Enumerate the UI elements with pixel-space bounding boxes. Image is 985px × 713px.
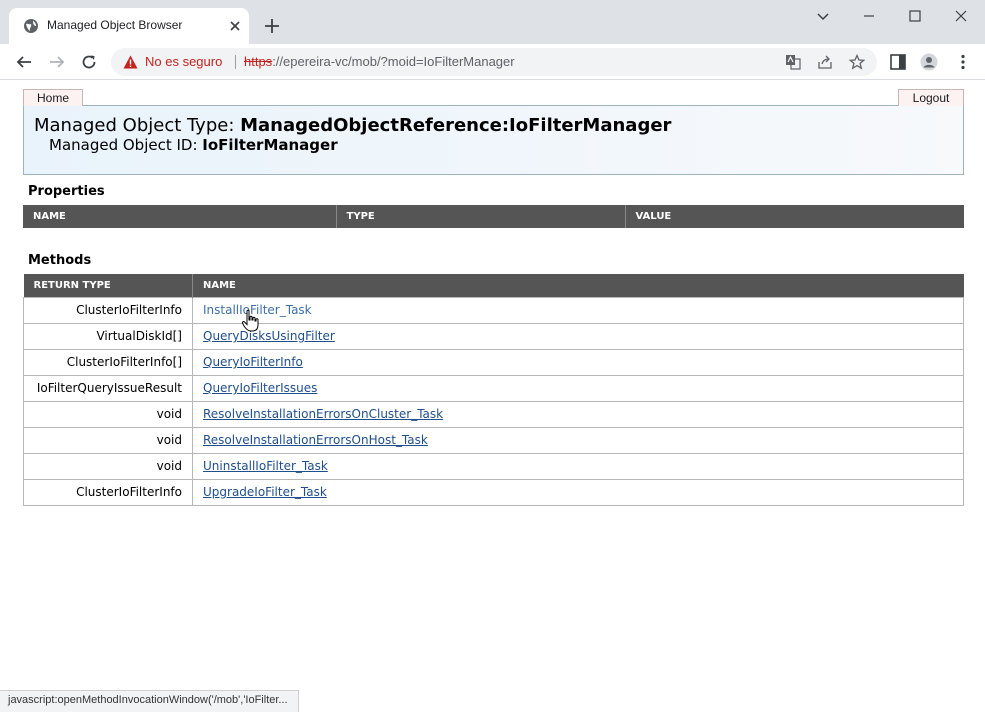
minimize-icon[interactable]: [859, 6, 879, 26]
logout-button[interactable]: Logout: [898, 89, 964, 106]
share-icon[interactable]: [817, 54, 833, 70]
forward-arrow-icon[interactable]: [48, 53, 66, 71]
hand-pointer-cursor-icon: [241, 309, 259, 332]
return-type-cell: VirtualDiskId[]: [23, 322, 193, 350]
return-type-cell: ClusterIoFilterInfo: [23, 478, 193, 506]
table-row: VirtualDiskId[] QueryDisksUsingFilter: [23, 322, 964, 350]
methods-title: Methods: [28, 253, 92, 268]
reload-icon[interactable]: [80, 53, 98, 71]
id-value: IoFilterManager: [202, 136, 338, 154]
table-row: ClusterIoFilterInfo[] QueryIoFilterInfo: [23, 348, 964, 376]
method-name-cell: QueryIoFilterIssues: [192, 374, 964, 402]
method-link[interactable]: UpgradeIoFilter_Task: [203, 485, 327, 499]
back-arrow-icon[interactable]: [15, 53, 33, 71]
method-link[interactable]: ResolveInstallationErrorsOnCluster_Task: [203, 407, 443, 421]
window-close-icon[interactable]: [951, 6, 971, 26]
table-row: void UninstallIoFilter_Task: [23, 452, 964, 480]
method-link[interactable]: QueryIoFilterIssues: [203, 381, 317, 395]
browser-tab[interactable]: Managed Object Browser: [9, 8, 249, 44]
tab-title: Managed Object Browser: [47, 18, 183, 32]
column-header-name: NAME: [23, 205, 337, 228]
column-header-return-type: RETURN TYPE: [23, 274, 193, 297]
security-warning[interactable]: No es seguro: [145, 54, 222, 69]
home-button[interactable]: Home: [23, 89, 83, 106]
status-bar: javascript:openMethodInvocationWindow('/…: [0, 690, 299, 712]
type-prefix: Managed Object Type:: [34, 115, 241, 136]
url-scheme: https: [244, 54, 273, 69]
properties-header-row: NAME TYPE VALUE: [23, 205, 964, 228]
close-icon[interactable]: [227, 18, 243, 34]
new-tab-icon[interactable]: [262, 16, 282, 36]
kebab-menu-icon[interactable]: [954, 53, 972, 71]
method-name-cell: QueryIoFilterInfo: [192, 348, 964, 376]
method-name-cell: ResolveInstallationErrorsOnHost_Task: [192, 426, 964, 454]
maximize-icon[interactable]: [905, 6, 925, 26]
translate-icon[interactable]: [785, 54, 801, 70]
methods-header-row: RETURN TYPE NAME: [23, 274, 964, 297]
address-bar[interactable]: No es seguro https://epereira-vc/mob/?mo…: [111, 48, 877, 76]
method-link[interactable]: UninstallIoFilter_Task: [203, 459, 328, 473]
return-type-cell: ClusterIoFilterInfo[]: [23, 348, 193, 376]
method-name-cell: InstallIoFilter_Task: [192, 296, 964, 324]
column-header-value: VALUE: [625, 205, 964, 228]
return-type-cell: IoFilterQueryIssueResult: [23, 374, 193, 402]
properties-title: Properties: [28, 184, 105, 199]
object-header: Managed Object Type: ManagedObjectRefere…: [23, 105, 964, 175]
chevron-down-icon[interactable]: [813, 6, 833, 26]
method-link[interactable]: QueryDisksUsingFilter: [203, 329, 335, 343]
column-header-method-name: NAME: [192, 274, 964, 297]
table-row: IoFilterQueryIssueResult QueryIoFilterIs…: [23, 374, 964, 402]
globe-icon: [24, 19, 38, 33]
method-link[interactable]: ResolveInstallationErrorsOnHost_Task: [203, 433, 428, 447]
properties-table: NAME TYPE VALUE: [23, 205, 964, 228]
url-path: ://epereira-vc/mob/?moid=IoFilterManager: [272, 54, 515, 69]
managed-object-id: Managed Object ID: IoFilterManager: [49, 136, 338, 154]
method-name-cell: ResolveInstallationErrorsOnCluster_Task: [192, 400, 964, 428]
return-type-cell: ClusterIoFilterInfo: [23, 296, 193, 324]
bookmark-star-icon[interactable]: [849, 54, 865, 70]
table-row: void ResolveInstallationErrorsOnHost_Tas…: [23, 426, 964, 454]
type-value: ManagedObjectReference:IoFilterManager: [240, 115, 672, 136]
url-text[interactable]: https://epereira-vc/mob/?moid=IoFilterMa…: [244, 54, 515, 69]
return-type-cell: void: [23, 426, 193, 454]
omnibox-divider: [235, 55, 236, 69]
browser-titlebar: Managed Object Browser: [0, 0, 985, 44]
return-type-cell: void: [23, 452, 193, 480]
browser-toolbar: No es seguro https://epereira-vc/mob/?mo…: [0, 44, 985, 80]
id-prefix: Managed Object ID:: [49, 136, 203, 154]
methods-table: RETURN TYPE NAME ClusterIoFilterInfo Ins…: [23, 274, 964, 506]
profile-avatar-icon[interactable]: [920, 53, 938, 71]
side-panel-icon[interactable]: [889, 53, 907, 71]
method-name-cell: UninstallIoFilter_Task: [192, 452, 964, 480]
managed-object-type: Managed Object Type: ManagedObjectRefere…: [34, 115, 671, 136]
column-header-type: TYPE: [336, 205, 626, 228]
table-row: ClusterIoFilterInfo InstallIoFilter_Task: [23, 296, 964, 324]
page-content: Managed Object Type: ManagedObjectRefere…: [0, 81, 985, 713]
method-name-cell: UpgradeIoFilter_Task: [192, 478, 964, 506]
table-row: ClusterIoFilterInfo UpgradeIoFilter_Task: [23, 478, 964, 506]
return-type-cell: void: [23, 400, 193, 428]
table-row: void ResolveInstallationErrorsOnCluster_…: [23, 400, 964, 428]
warning-icon[interactable]: [123, 55, 138, 69]
method-name-cell: QueryDisksUsingFilter: [192, 322, 964, 350]
method-link[interactable]: QueryIoFilterInfo: [203, 355, 303, 369]
